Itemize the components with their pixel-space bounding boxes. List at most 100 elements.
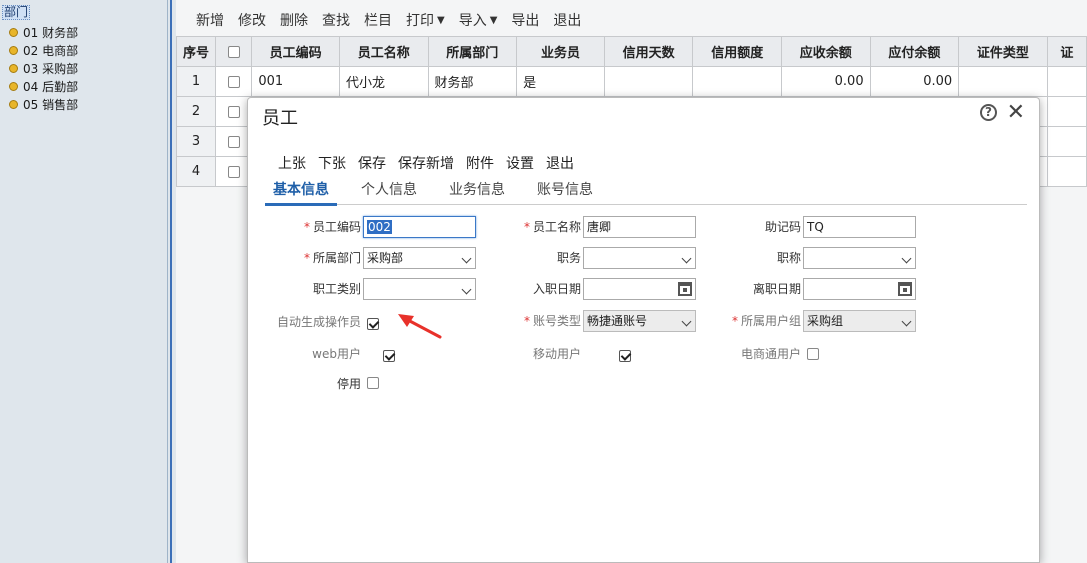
red-arrow-annotation bbox=[398, 314, 442, 339]
row-index: 1 bbox=[175, 66, 217, 97]
folder-dot-icon bbox=[9, 63, 18, 73]
cell-dept: 财务部 bbox=[427, 66, 518, 97]
attachment-button[interactable]: 附件 bbox=[466, 153, 494, 173]
chevron-down-icon: ▼ bbox=[489, 14, 498, 26]
tree-item-ecommerce[interactable]: 02 电商部 bbox=[9, 41, 78, 59]
employee-dialog: 员工 ? ✕ 上张 下张 保存 保存新增 附件 设置 退出 基本信息 个人信息 … bbox=[247, 97, 1040, 563]
row-index: 4 bbox=[175, 156, 217, 187]
edit-button[interactable]: 修改 bbox=[238, 10, 266, 30]
col-header-credit-days[interactable]: 信用天数 bbox=[603, 36, 694, 67]
hire-date-input[interactable] bbox=[583, 278, 696, 300]
col-header-receivable[interactable]: 应收余额 bbox=[781, 36, 871, 67]
chevron-down-icon bbox=[461, 253, 472, 264]
mnemonic-input[interactable]: TQ bbox=[803, 216, 916, 238]
tab-personal-info[interactable]: 个人信息 bbox=[353, 179, 425, 203]
row-checkbox[interactable] bbox=[227, 165, 240, 178]
dialog-title: 员工 bbox=[262, 108, 298, 129]
settings-button[interactable]: 设置 bbox=[506, 153, 534, 173]
job-title-label: 职称 bbox=[776, 251, 801, 265]
mobile-user-label: 移动用户 bbox=[532, 347, 581, 361]
cell-code: 001 bbox=[251, 66, 340, 97]
folder-dot-icon bbox=[9, 81, 18, 91]
next-record-button[interactable]: 下张 bbox=[318, 153, 346, 173]
columns-button[interactable]: 栏目 bbox=[364, 10, 392, 30]
tab-basic-info[interactable]: 基本信息 bbox=[265, 179, 337, 206]
mobile-user-checkbox[interactable] bbox=[618, 349, 631, 362]
tree-root[interactable]: 部门 bbox=[2, 5, 31, 20]
save-and-new-button[interactable]: 保存新增 bbox=[398, 153, 454, 173]
exit-button[interactable]: 退出 bbox=[553, 10, 581, 30]
account-type-select[interactable]: 畅捷通账号 bbox=[583, 310, 696, 332]
employee-name-input[interactable]: 唐卿 bbox=[583, 216, 696, 238]
tab-business-info[interactable]: 业务信息 bbox=[441, 179, 513, 203]
col-header-truncated[interactable]: 证 bbox=[1046, 36, 1087, 67]
web-user-checkbox[interactable] bbox=[382, 349, 395, 362]
department-select[interactable]: 采购部 bbox=[363, 247, 476, 269]
staff-category-label: 职工类别 bbox=[312, 282, 361, 296]
col-header-select[interactable] bbox=[215, 36, 253, 67]
import-button[interactable]: 导入 ▼ bbox=[459, 10, 498, 30]
user-group-select[interactable]: 采购组 bbox=[803, 310, 916, 332]
col-header-name[interactable]: 员工名称 bbox=[338, 36, 429, 67]
table-row[interactable]: 1 001 代小龙 财务部 是 0.00 0.00 bbox=[175, 66, 1087, 97]
col-header-payable[interactable]: 应付余额 bbox=[869, 36, 960, 67]
dialog-toolbar: 上张 下张 保存 保存新增 附件 设置 退出 bbox=[278, 153, 586, 173]
tree-item-sales[interactable]: 05 销售部 bbox=[9, 95, 78, 113]
disabled-label: 停用 bbox=[336, 377, 361, 391]
ecommerce-user-checkbox[interactable] bbox=[807, 348, 819, 360]
cell-receivable: 0.00 bbox=[781, 66, 871, 97]
duty-select[interactable] bbox=[583, 247, 696, 269]
user-group-label: * 所属用户组 bbox=[731, 314, 801, 328]
tree-item-purchasing[interactable]: 03 采购部 bbox=[9, 59, 78, 77]
tab-account-info[interactable]: 账号信息 bbox=[529, 179, 601, 203]
cell-name: 代小龙 bbox=[338, 66, 429, 97]
tree-item-logistics[interactable]: 04 后勤部 bbox=[9, 77, 78, 95]
splitter[interactable] bbox=[168, 0, 176, 563]
col-header-salesman[interactable]: 业务员 bbox=[516, 36, 605, 67]
chevron-down-icon bbox=[681, 316, 692, 327]
department-label: * 所属部门 bbox=[303, 251, 361, 265]
chevron-down-icon bbox=[901, 253, 912, 264]
employee-name-label: * 员工名称 bbox=[523, 220, 581, 234]
calendar-icon[interactable] bbox=[678, 282, 692, 296]
chevron-down-icon bbox=[461, 284, 472, 295]
find-button[interactable]: 查找 bbox=[322, 10, 350, 30]
auto-operator-label: 自动生成操作员 bbox=[276, 315, 361, 329]
row-checkbox[interactable] bbox=[227, 75, 240, 88]
tree-item-finance[interactable]: 01 财务部 bbox=[9, 23, 78, 41]
leave-date-label: 离职日期 bbox=[752, 282, 801, 296]
employee-code-input[interactable]: 002 bbox=[363, 216, 476, 238]
print-button[interactable]: 打印 ▼ bbox=[406, 10, 445, 30]
close-icon[interactable]: ✕ bbox=[1007, 100, 1025, 126]
disabled-checkbox[interactable] bbox=[367, 377, 379, 389]
select-all-checkbox[interactable] bbox=[227, 45, 240, 58]
main-toolbar: 新增 修改 删除 查找 栏目 打印 ▼ 导入 ▼ 导出 退出 bbox=[176, 6, 589, 34]
auto-operator-checkbox[interactable] bbox=[367, 317, 379, 330]
cell-credit-days bbox=[603, 66, 694, 97]
dialog-exit-button[interactable]: 退出 bbox=[546, 153, 574, 173]
export-button[interactable]: 导出 bbox=[511, 10, 539, 30]
folder-dot-icon bbox=[9, 45, 18, 55]
cell-credit-limit bbox=[692, 66, 783, 97]
mnemonic-label: 助记码 bbox=[764, 220, 801, 234]
delete-button[interactable]: 删除 bbox=[280, 10, 308, 30]
col-header-credit-limit[interactable]: 信用额度 bbox=[692, 36, 783, 67]
job-title-select[interactable] bbox=[803, 247, 916, 269]
employee-code-label: * 员工编码 bbox=[303, 220, 361, 234]
prev-record-button[interactable]: 上张 bbox=[278, 153, 306, 173]
table-header-row: 序号 员工编码 员工名称 所属部门 业务员 信用天数 信用额度 应收余额 应付余… bbox=[175, 36, 1087, 67]
staff-category-select[interactable] bbox=[363, 278, 476, 300]
col-header-dept[interactable]: 所属部门 bbox=[427, 36, 518, 67]
col-header-id-type[interactable]: 证件类型 bbox=[958, 36, 1048, 67]
chevron-down-icon bbox=[681, 253, 692, 264]
row-checkbox[interactable] bbox=[227, 105, 240, 118]
web-user-label: web用户 bbox=[312, 347, 361, 361]
row-checkbox[interactable] bbox=[227, 135, 240, 148]
save-button[interactable]: 保存 bbox=[358, 153, 386, 173]
new-button[interactable]: 新增 bbox=[196, 10, 224, 30]
col-header-index[interactable]: 序号 bbox=[175, 36, 217, 67]
calendar-icon[interactable] bbox=[898, 282, 912, 296]
col-header-code[interactable]: 员工编码 bbox=[251, 36, 340, 67]
leave-date-input[interactable] bbox=[803, 278, 916, 300]
help-icon[interactable]: ? bbox=[980, 104, 997, 121]
